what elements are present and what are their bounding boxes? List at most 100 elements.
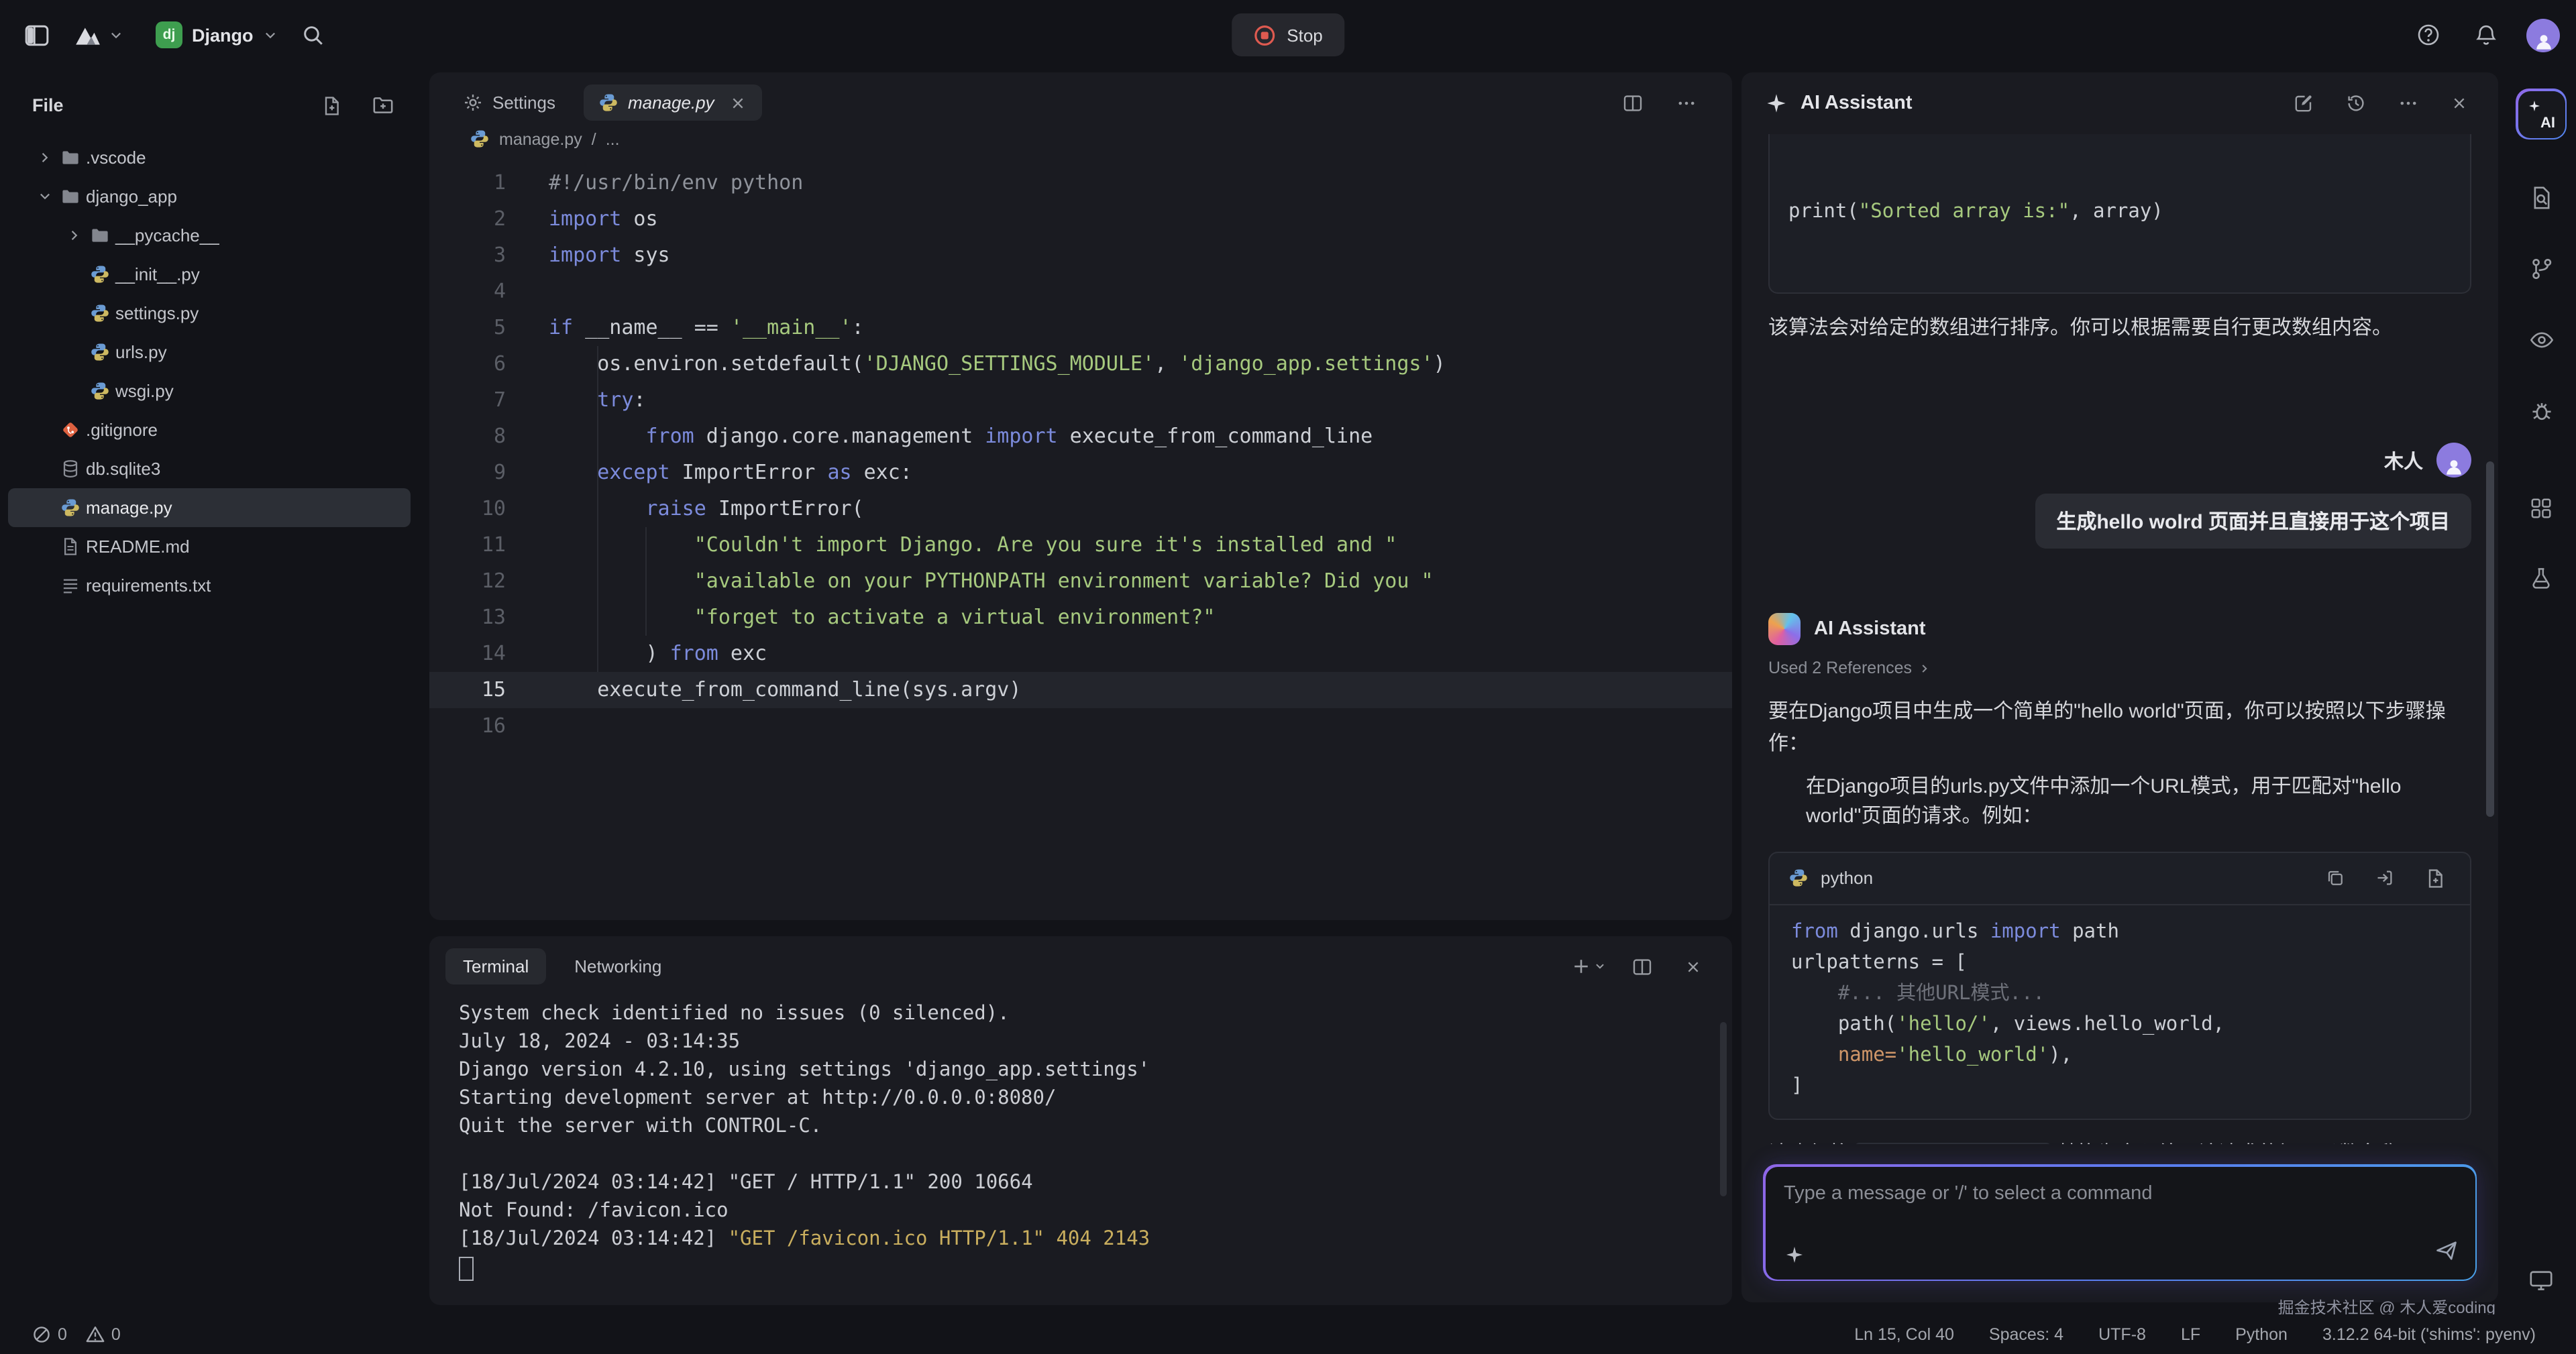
scrollbar-thumb[interactable]: [1720, 1022, 1727, 1196]
line-number[interactable]: 8: [429, 418, 506, 455]
debug-button[interactable]: [2523, 393, 2559, 429]
line-number[interactable]: 2: [429, 201, 506, 237]
chevron-down-icon[interactable]: [32, 189, 56, 204]
code-line[interactable]: 15 execute_from_command_line(sys.argv): [429, 672, 1732, 708]
ai-more-button[interactable]: [2392, 87, 2424, 119]
chat-history-button[interactable]: [2340, 87, 2372, 119]
status-item[interactable]: Spaces: 4: [1989, 1324, 2063, 1343]
new-chat-button[interactable]: [2288, 87, 2320, 119]
code-line[interactable]: 16: [429, 708, 1732, 744]
file-tree-item-requirements-txt[interactable]: requirements.txt: [8, 566, 411, 605]
code-line[interactable]: 6 os.environ.setdefault('DJANGO_SETTINGS…: [429, 346, 1732, 382]
breadcrumb[interactable]: manage.py / ...: [429, 126, 1732, 154]
vcs-button[interactable]: [2523, 251, 2559, 287]
close-tab-icon[interactable]: [729, 93, 748, 112]
error-counter[interactable]: 0: [32, 1324, 67, 1343]
create-file-button[interactable]: [2419, 862, 2451, 895]
file-tree-item-manage-py[interactable]: manage.py: [8, 488, 411, 527]
send-button[interactable]: [2433, 1237, 2459, 1263]
line-number[interactable]: 1: [429, 165, 506, 201]
code-line[interactable]: 3import sys: [429, 237, 1732, 274]
stop-button[interactable]: Stop: [1232, 13, 1344, 56]
tab-terminal[interactable]: Terminal: [445, 948, 546, 984]
breadcrumb-more[interactable]: ...: [606, 129, 620, 148]
references-link[interactable]: Used 2 References: [1768, 659, 2471, 678]
tab-manage-py[interactable]: manage.py: [584, 84, 763, 121]
sparkle-icon[interactable]: [1784, 1244, 1804, 1264]
line-number[interactable]: 11: [429, 527, 506, 563]
split-terminal-button[interactable]: [1626, 950, 1658, 982]
editor-more-button[interactable]: [1670, 87, 1703, 119]
file-tree-item-gitignore[interactable]: .gitignore: [8, 410, 411, 449]
line-number[interactable]: 16: [429, 708, 506, 744]
status-item[interactable]: UTF-8: [2098, 1324, 2146, 1343]
ai-close-button[interactable]: [2445, 87, 2474, 119]
warning-counter[interactable]: 0: [86, 1324, 121, 1343]
chevron-right-icon[interactable]: [32, 150, 56, 165]
sidebar-toggle-button[interactable]: [19, 17, 55, 53]
code-line[interactable]: 13 "forget to activate a virtual environ…: [429, 600, 1732, 636]
copy-code-button[interactable]: [2320, 862, 2351, 895]
app-menu-button[interactable]: [74, 23, 123, 46]
file-tree-item-urls-py[interactable]: urls.py: [8, 333, 411, 372]
chevron-right-icon[interactable]: [62, 228, 86, 243]
insert-code-button[interactable]: [2369, 862, 2400, 895]
file-tree-item-wsgi-py[interactable]: wsgi.py: [8, 372, 411, 410]
file-tree-item-settings-py[interactable]: settings.py: [8, 294, 411, 333]
chat-input[interactable]: Type a message or '/' to select a comman…: [1765, 1166, 2475, 1279]
split-editor-button[interactable]: [1617, 87, 1649, 119]
file-tree-item-readme-md[interactable]: README.md: [8, 527, 411, 566]
new-folder-button[interactable]: [366, 89, 400, 122]
code-line[interactable]: 5if __name__ == '__main__':: [429, 310, 1732, 346]
code-line[interactable]: 7 try:: [429, 382, 1732, 418]
line-number[interactable]: 12: [429, 563, 506, 600]
problem-counters[interactable]: 0 0: [32, 1324, 121, 1343]
scrollbar-thumb[interactable]: [2486, 461, 2494, 817]
widgets-button[interactable]: [2524, 491, 2559, 526]
tab-networking[interactable]: Networking: [557, 948, 679, 984]
status-item[interactable]: LF: [2181, 1324, 2200, 1343]
help-button[interactable]: [2411, 17, 2446, 52]
code-line[interactable]: 1#!/usr/bin/env python: [429, 165, 1732, 201]
code-line[interactable]: 4: [429, 274, 1732, 310]
code-area[interactable]: 1#!/usr/bin/env python2import os3import …: [429, 154, 1732, 744]
code-line[interactable]: 12 "available on your PYTHONPATH environ…: [429, 563, 1732, 600]
line-number[interactable]: 5: [429, 310, 506, 346]
file-tree-item-vscode[interactable]: .vscode: [8, 138, 411, 177]
file-tree-item-django-app[interactable]: django_app: [8, 177, 411, 216]
chat-scroll-area[interactable]: print("Sorted array is:", array) 该算法会对给定…: [1741, 134, 2498, 1144]
search-button[interactable]: [297, 18, 330, 52]
line-number[interactable]: 13: [429, 600, 506, 636]
new-terminal-button[interactable]: [1571, 956, 1606, 976]
status-item[interactable]: Python: [2235, 1324, 2288, 1343]
line-number[interactable]: 15: [429, 672, 506, 708]
remote-workspace-button[interactable]: [2523, 1261, 2559, 1298]
status-item[interactable]: Ln 15, Col 40: [1854, 1324, 1954, 1343]
code-line[interactable]: 9 except ImportError as exc:: [429, 455, 1732, 491]
file-tree-item-init-py[interactable]: __init__.py: [8, 255, 411, 294]
notifications-button[interactable]: [2469, 17, 2504, 52]
close-terminal-button[interactable]: [1678, 952, 1708, 981]
workspace-selector[interactable]: dj Django: [156, 21, 278, 48]
preview-button[interactable]: [2523, 322, 2559, 358]
file-tree-item-db-sqlite3[interactable]: db.sqlite3: [8, 449, 411, 488]
status-item[interactable]: 3.12.2 64-bit ('shims': pyenv): [2322, 1324, 2536, 1343]
tab-settings[interactable]: Settings: [448, 84, 570, 121]
line-number[interactable]: 6: [429, 346, 506, 382]
line-number[interactable]: 3: [429, 237, 506, 274]
code-line[interactable]: 10 raise ImportError(: [429, 491, 1732, 527]
tests-button[interactable]: [2524, 561, 2559, 596]
terminal-output[interactable]: System check identified no issues (0 sil…: [429, 990, 1732, 1282]
file-tree-item-pycache[interactable]: __pycache__: [8, 216, 411, 255]
code-line[interactable]: 11 "Couldn't import Django. Are you sure…: [429, 527, 1732, 563]
new-file-button[interactable]: [315, 89, 347, 122]
line-number[interactable]: 9: [429, 455, 506, 491]
line-number[interactable]: 14: [429, 636, 506, 672]
line-number[interactable]: 4: [429, 274, 506, 310]
file-search-button[interactable]: [2523, 180, 2559, 216]
code-line[interactable]: 14 ) from exc: [429, 636, 1732, 672]
line-number[interactable]: 10: [429, 491, 506, 527]
ai-assistant-button[interactable]: AI: [2516, 89, 2567, 139]
code-line[interactable]: 2import os: [429, 201, 1732, 237]
line-number[interactable]: 7: [429, 382, 506, 418]
